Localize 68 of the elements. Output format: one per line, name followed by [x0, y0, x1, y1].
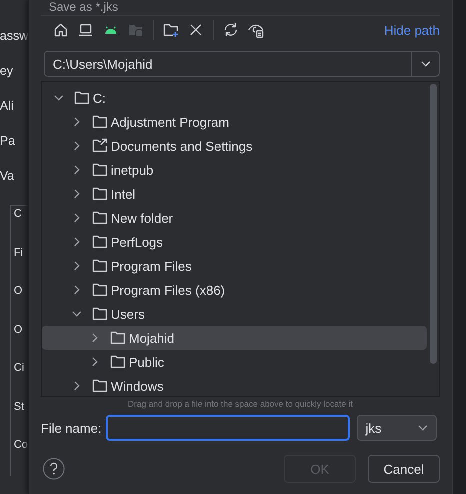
folder-icon	[92, 186, 108, 202]
form-label: Ali	[0, 98, 15, 115]
close-icon[interactable]	[188, 22, 204, 38]
tree-row[interactable]: Program Files (x86)	[42, 278, 427, 302]
eye-icon[interactable]	[248, 22, 264, 38]
home-icon[interactable]	[53, 22, 69, 38]
tree-row[interactable]: C:	[42, 86, 427, 110]
form-label: ey	[0, 63, 14, 80]
folder-icon	[110, 354, 126, 370]
chevron-right-icon[interactable]	[72, 261, 82, 271]
tree-row[interactable]: Adjustment Program	[42, 110, 427, 134]
tree-row[interactable]: New folder	[42, 206, 427, 230]
folder-icon	[92, 378, 108, 394]
new-folder-icon[interactable]	[163, 22, 179, 38]
file-type-combo[interactable]: jks	[356, 415, 437, 441]
chevron-right-icon[interactable]	[72, 165, 82, 175]
chevron-down-icon	[418, 425, 428, 431]
form-label: Fi	[14, 246, 24, 260]
folder-icon	[92, 306, 108, 322]
chevron-right-icon[interactable]	[72, 285, 82, 295]
chevron-right-icon[interactable]	[90, 333, 100, 343]
tree-row[interactable]: Windows	[42, 374, 427, 398]
dialog-title: Save as *.jks	[48, 0, 120, 14]
file-name-field[interactable]	[106, 415, 350, 441]
file-name-label: File name:	[41, 420, 102, 436]
tree-row[interactable]: Program Files	[42, 254, 427, 278]
form-label: Pa	[0, 133, 16, 150]
folder-icon	[74, 90, 90, 106]
form-label: O	[14, 322, 24, 338]
chevron-right-icon[interactable]	[72, 117, 82, 127]
chevron-right-icon[interactable]	[72, 189, 82, 199]
tree-row[interactable]: PerfLogs	[42, 230, 427, 254]
form-label: C	[14, 207, 23, 222]
form-label: O	[14, 284, 24, 299]
chevron-right-icon[interactable]	[72, 237, 82, 247]
tree-row[interactable]: Users	[42, 302, 427, 326]
folder-icon	[92, 210, 108, 226]
chevron-down-icon[interactable]	[72, 309, 82, 319]
form-label: Ci	[14, 361, 26, 376]
chevron-right-icon[interactable]	[72, 213, 82, 223]
form-label: Va	[0, 168, 16, 185]
chevron-down-icon	[420, 61, 430, 67]
chevron-right-icon[interactable]	[90, 357, 100, 367]
tree-row[interactable]: Intel	[42, 182, 427, 206]
help-icon[interactable]	[43, 458, 65, 480]
tree-row[interactable]: Documents and Settings	[42, 134, 427, 158]
shortcut-folder-icon	[92, 138, 108, 154]
drop-hint: Drag and drop a file into the space above to quickly locate it	[127, 399, 354, 411]
chevron-right-icon[interactable]	[72, 381, 82, 391]
scrollbar-thumb[interactable]	[430, 84, 437, 364]
tree-row[interactable]: Public	[42, 350, 427, 374]
folder-icon	[92, 162, 108, 178]
folder-icon	[92, 114, 108, 130]
path-combo[interactable]: C:\Users\Mojahid	[44, 51, 440, 77]
tree-row[interactable]: inetpub	[42, 158, 427, 182]
folder-icon	[92, 258, 108, 274]
chevron-right-icon[interactable]	[72, 141, 82, 151]
laptop-icon[interactable]	[78, 22, 94, 38]
form-label: St	[14, 400, 26, 414]
folder-icon	[92, 234, 108, 250]
form-label: Co	[14, 438, 28, 453]
cancel-button[interactable]: Cancel	[368, 455, 440, 483]
folder-icon	[92, 282, 108, 298]
hide-path-link[interactable]: Hide path	[384, 22, 440, 38]
tree-row[interactable]: Mojahid	[42, 326, 427, 350]
folder-icon	[110, 330, 126, 346]
chevron-down-icon[interactable]	[54, 93, 64, 103]
refresh-icon[interactable]	[223, 22, 239, 38]
